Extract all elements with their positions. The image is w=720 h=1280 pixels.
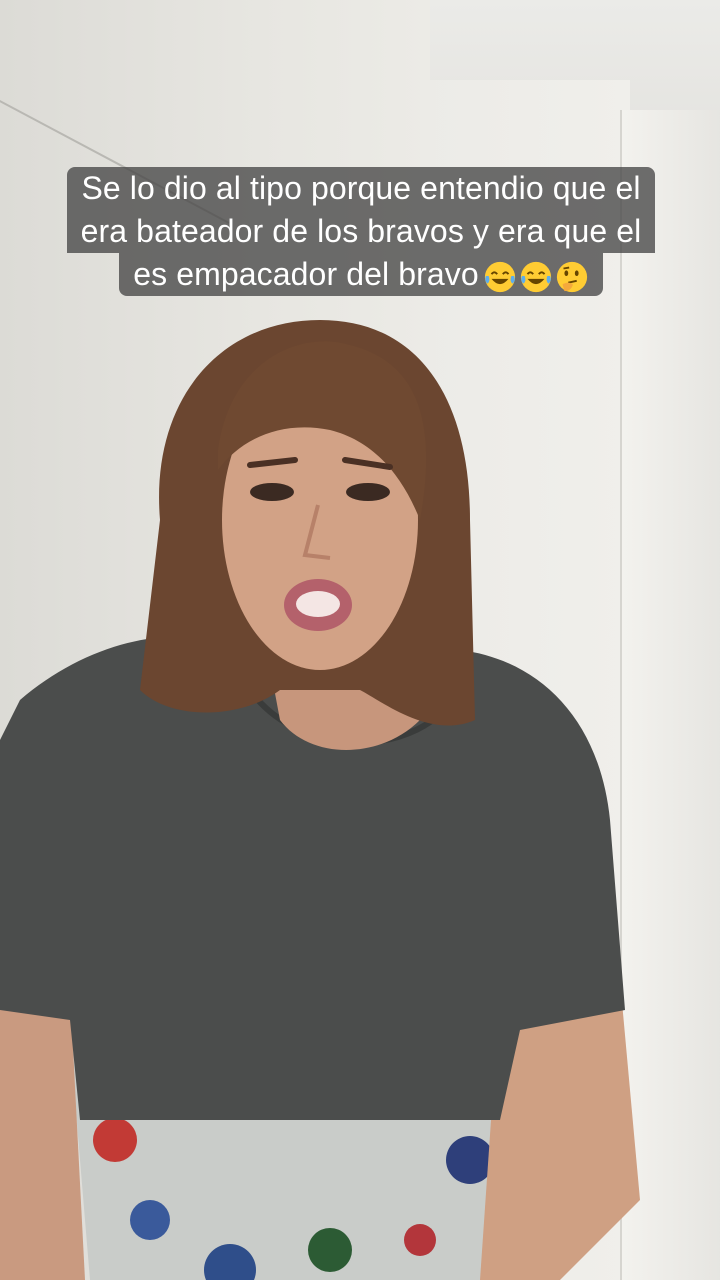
caption-line-3: es empacador del bravo (119, 253, 603, 296)
caption-line-2: era bateador de los bravos y era que el (66, 210, 656, 253)
caption-emojis (483, 260, 589, 294)
tears-of-joy-emoji (520, 261, 551, 292)
caption-line-1: Se lo dio al tipo porque entendio que el (67, 167, 655, 210)
caption-line-3-text: es empacador del bravo (133, 256, 479, 292)
caption-box: Se lo dio al tipo porque entendio que el… (36, 167, 686, 296)
thinking-face-emoji (556, 261, 587, 292)
tears-of-joy-emoji (484, 261, 515, 292)
video-frame: Se lo dio al tipo porque entendio que el… (0, 0, 720, 1280)
